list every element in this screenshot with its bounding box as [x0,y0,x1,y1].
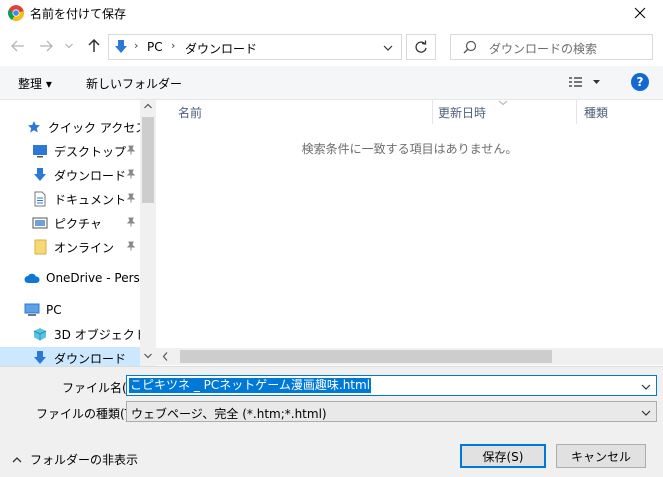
close-icon [634,7,646,19]
breadcrumb-downloads[interactable]: ダウンロード [185,40,257,57]
arrow-right-icon [40,40,53,52]
sidebar-item-label: オンライン [54,240,115,255]
column-header-date[interactable]: 更新日時 [438,104,486,121]
folder-icon [32,239,48,255]
sidebar-item-pc[interactable]: PC [24,299,62,321]
scroll-down-icon[interactable] [144,353,152,359]
pin-icon[interactable] [126,216,136,230]
chevron-down-icon [65,43,73,49]
column-header-name[interactable]: 名前 [178,104,202,121]
sidebar-item-label: デスクトップ [54,144,127,159]
hide-folders-label: フォルダーの非表示 [30,453,139,467]
sidebar-item-label: PC [46,303,62,317]
pin-icon[interactable] [126,240,136,254]
refresh-button[interactable] [406,34,436,60]
save-button[interactable]: 保存(S) [460,444,546,468]
address-bar[interactable]: › PC › ダウンロード [108,34,402,60]
cloud-icon [24,270,40,286]
filename-value[interactable]: こピキツネ _ PCネットゲーム漫画趣味.html [129,378,372,393]
scroll-left-icon[interactable] [162,352,168,361]
column-separator[interactable] [432,100,433,124]
toolbar: 整理 ▾ 新しいフォルダー ? [0,66,663,100]
view-options-button[interactable] [568,74,602,93]
sidebar-item-label: ダウンロード [54,351,127,366]
download-icon [113,39,129,58]
window-title: 名前を付けて保存 [30,7,127,21]
sidebar-item-label: ピクチャ [54,216,102,231]
cube-icon [32,326,48,342]
chevron-right-icon: › [171,39,176,52]
forward-button[interactable] [36,36,56,56]
chevron-down-icon[interactable] [383,41,393,55]
column-separator[interactable] [576,100,577,124]
horizontal-scroll-thumb[interactable] [180,350,552,363]
sort-chevron-icon [498,100,508,106]
sidebar-item-quick-access[interactable]: クイック アクセス [26,116,147,138]
sidebar-item-3d-objects[interactable]: 3D オブジェクト [32,323,147,345]
filename-field[interactable]: こピキツネ _ PCネットゲーム漫画趣味.html [126,375,657,396]
organize-button[interactable]: 整理 ▾ [18,75,52,92]
sidebar-item-pictures[interactable]: ピクチャ [32,212,140,234]
pictures-icon [32,215,48,231]
help-icon[interactable]: ? [631,73,649,91]
arrow-left-icon [11,40,24,52]
sidebar-item-desktop[interactable]: デスクトップ [32,140,140,162]
sidebar-item-documents[interactable]: ドキュメント [32,188,140,210]
arrow-up-icon [88,39,100,52]
sidebar-item-downloads[interactable]: ダウンロード [32,164,140,186]
breadcrumb-pc[interactable]: PC [147,40,163,54]
file-list: 名前 更新日時 種類 検索条件に一致する項目はありません。 [156,100,663,366]
scroll-up-icon[interactable] [144,103,152,109]
search-input[interactable]: ダウンロードの検索 [450,34,653,60]
sidebar-item-label: ダウンロード [54,168,127,183]
chevron-down-icon[interactable] [641,406,651,420]
column-header-type[interactable]: 種類 [584,104,608,121]
back-button[interactable] [8,36,28,56]
sidebar-item-downloads-pc[interactable]: ダウンロード [0,347,140,366]
up-button[interactable] [84,36,104,56]
navigation-pane: クイック アクセス デスクトップ ダウンロード ドキュメント ピクチャ オンライ… [0,100,156,366]
chevron-right-icon: › [134,39,139,52]
search-icon [463,40,477,57]
sidebar-item-label: ドキュメント [54,192,127,207]
chevron-up-icon [12,456,22,462]
sidebar-item-onedrive[interactable]: OneDrive - Persor [24,267,152,289]
pin-icon[interactable] [126,168,136,182]
sidebar-item-label: クイック アクセス [48,120,148,135]
chevron-down-icon[interactable] [641,380,651,394]
pin-icon[interactable] [126,192,136,206]
navigation-scroll-thumb[interactable] [142,117,154,203]
cancel-button[interactable]: キャンセル [556,444,646,468]
title-bar: 名前を付けて保存 [0,0,663,26]
download-icon [32,167,48,183]
filetype-select[interactable]: ウェブページ、完全 (*.htm;*.html) [126,401,657,422]
empty-message: 検索条件に一致する項目はありません。 [301,142,518,156]
close-button[interactable] [617,0,663,26]
filetype-value: ウェブページ、完全 (*.htm;*.html) [131,407,327,421]
desktop-icon [32,143,48,159]
details-view-icon [569,77,600,87]
pc-icon [24,302,40,318]
refresh-icon [415,40,427,53]
address-row: › PC › ダウンロード ダウンロードの検索 [0,26,663,66]
sidebar-item-label: OneDrive - Persor [46,271,153,285]
star-icon [26,119,42,135]
sidebar-item-label: 3D オブジェクト [54,327,147,342]
download-icon [32,350,48,366]
document-icon [32,191,48,207]
search-placeholder: ダウンロードの検索 [489,42,598,56]
pin-icon[interactable] [126,144,136,158]
new-folder-button[interactable]: 新しいフォルダー [86,75,182,92]
recent-locations-button[interactable] [62,36,76,56]
hide-folders-toggle[interactable]: フォルダーの非表示 [12,451,138,468]
chrome-icon [8,5,24,21]
sidebar-item-online[interactable]: オンライン [32,236,140,258]
